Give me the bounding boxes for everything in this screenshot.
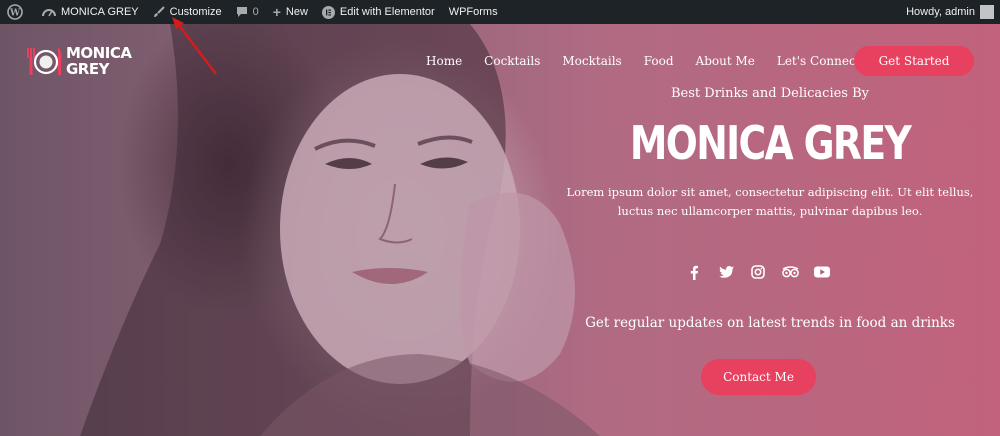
new-content-link[interactable]: + New [266,0,315,24]
wordpress-icon: W [7,4,23,20]
wpforms-link[interactable]: WPForms [442,0,505,24]
account-menu[interactable]: Howdy, admin [899,0,1000,24]
elementor-icon [321,5,335,19]
site-logo[interactable]: MONICA GREY [26,42,132,80]
paintbrush-icon [153,6,165,18]
avatar [980,5,994,19]
svg-text:W: W [9,9,21,19]
plus-icon: + [272,4,281,20]
contact-me-button[interactable]: Contact Me [701,359,816,395]
nav-item-about-me[interactable]: About Me [696,54,755,68]
hero-content: Best Drinks and Delicacies By MONICA GRE… [560,86,980,221]
hero-title: MONICA GREY [629,116,912,170]
logo-wordmark: MONICA GREY [66,44,132,78]
logo-line-2: GREY [66,60,109,78]
hero-kicker: Best Drinks and Delicacies By [671,86,869,101]
site-name-link[interactable]: MONICA GREY [35,0,146,24]
site-name-label: MONICA GREY [61,6,139,18]
nav-item-food[interactable]: Food [644,54,674,68]
wpforms-label: WPForms [448,6,498,18]
instagram-icon[interactable] [748,262,768,282]
greeting-label: Howdy, admin [906,6,975,18]
hero-description: Lorem ipsum dolor sit amet, consectetur … [566,185,974,218]
social-links [684,262,844,282]
nav-item-lets-connect[interactable]: Let's Connect [777,54,861,68]
updates-text: Get regular updates on latest trends in … [585,315,955,331]
facebook-icon[interactable] [684,262,704,282]
edit-with-elementor-link[interactable]: Edit with Elementor [315,0,442,24]
comments-count: 0 [252,6,259,18]
dashboard-icon [42,6,56,18]
get-started-button[interactable]: Get Started [854,46,974,76]
wordpress-logo-button[interactable]: W [0,0,35,24]
customize-label: Customize [169,6,222,18]
main-navigation: Home Cocktails Mocktails Food About Me L… [426,54,883,68]
admin-bar: W MONICA GREY Customize 0 + New Edit wit… [0,0,1000,24]
hero-section: MONICA GREY Home Cocktails Mocktails Foo… [0,24,1000,436]
customize-link[interactable]: Customize [146,0,229,24]
twitter-icon[interactable] [716,262,736,282]
nav-item-cocktails[interactable]: Cocktails [484,54,540,68]
tripadvisor-icon[interactable] [780,262,800,282]
nav-item-mocktails[interactable]: Mocktails [562,54,621,68]
elementor-label: Edit with Elementor [339,6,435,18]
new-label: New [285,6,308,18]
plate-cutlery-icon [27,48,62,75]
nav-item-home[interactable]: Home [426,54,462,68]
logo-line-1: MONICA [66,44,132,62]
comments-link[interactable]: 0 [229,0,266,24]
youtube-icon[interactable] [812,262,832,282]
comment-icon [236,6,248,18]
